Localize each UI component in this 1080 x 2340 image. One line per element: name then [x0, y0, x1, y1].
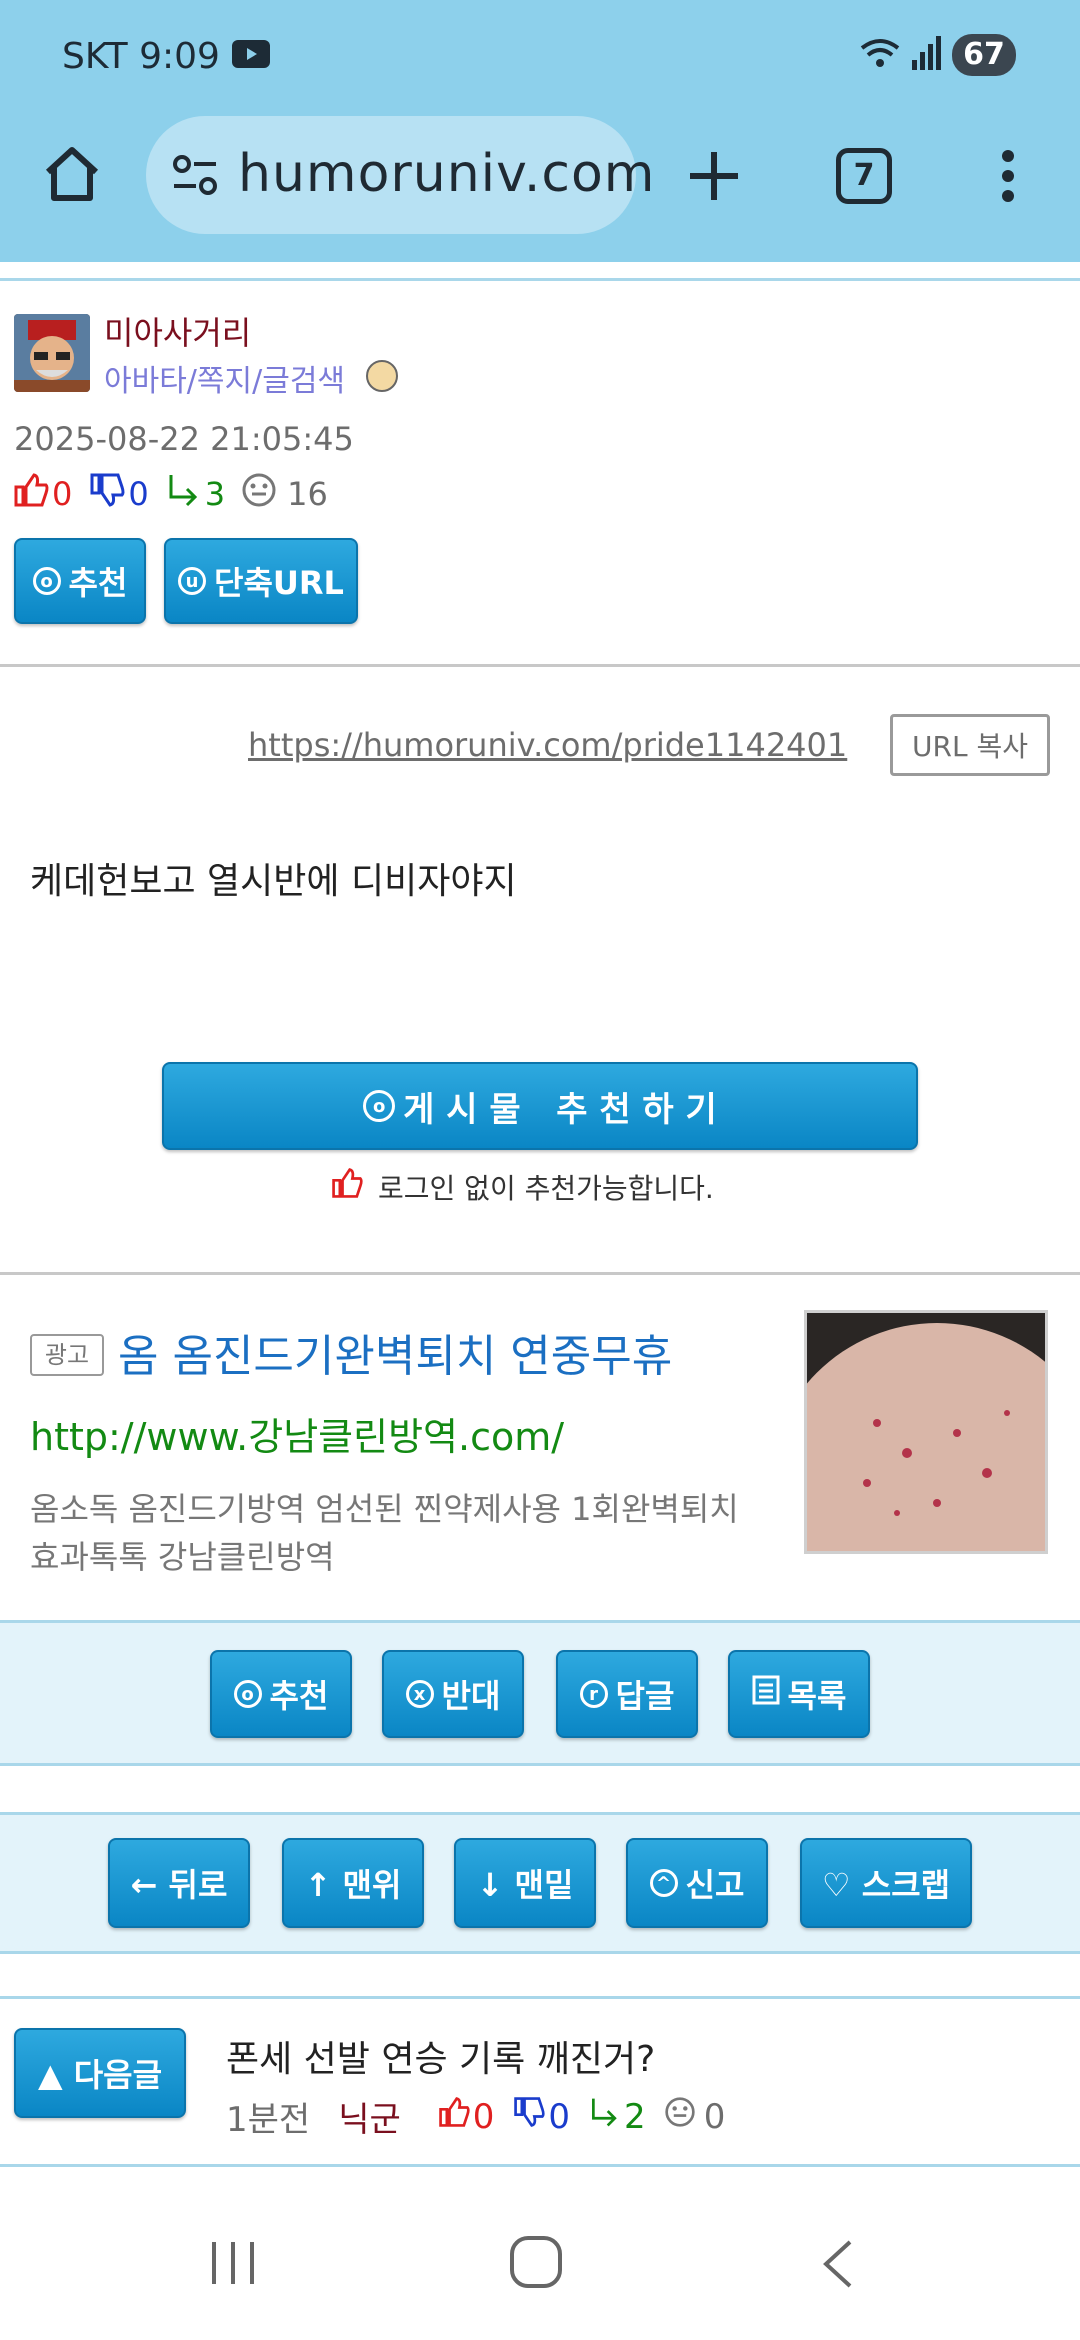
- youtube-notification-icon: [232, 40, 270, 68]
- no-login-note: 로그인 없이 추천가능합니다.: [330, 1166, 714, 1207]
- thumbs-down-icon: [512, 2095, 546, 2138]
- next-post-title[interactable]: 폰세 선발 연승 기록 깨진거?: [226, 2030, 655, 2082]
- reply-count: 3: [204, 475, 226, 513]
- level-badge-icon: [366, 360, 398, 392]
- views-count: 16: [287, 475, 328, 513]
- battery-indicator: 67: [952, 34, 1016, 76]
- thumbs-up-icon: [12, 471, 50, 517]
- status-carrier-time: SKT 9:09: [62, 36, 220, 77]
- ad-desc-line2: 효과톡톡 강남클린방역: [30, 1538, 335, 1576]
- go-top-button[interactable]: ↑ 맨위: [282, 1838, 424, 1928]
- ad-image[interactable]: [804, 1310, 1048, 1554]
- avatar[interactable]: [14, 314, 90, 392]
- thumbs-down-icon: [88, 471, 126, 517]
- wifi-signal-icon: [858, 34, 948, 78]
- reply-icon: [165, 471, 203, 517]
- down-count: 0: [128, 475, 149, 513]
- author-name[interactable]: 미아사거리: [104, 308, 251, 354]
- new-tab-icon[interactable]: [686, 148, 742, 208]
- go-bottom-button[interactable]: ↓ 맨밑: [454, 1838, 596, 1928]
- next-post-button[interactable]: ▲ 다음글: [14, 2028, 186, 2118]
- recommend-button[interactable]: o 추천: [210, 1650, 352, 1738]
- scrap-button[interactable]: ♡ 스크랩: [800, 1838, 972, 1928]
- post-stats: 0 0 3 16: [12, 471, 328, 517]
- back-button[interactable]: ← 뒤로: [108, 1838, 250, 1928]
- divider: [0, 278, 1080, 281]
- recent-apps-icon[interactable]: [208, 2238, 258, 2292]
- recommend-button-top[interactable]: o 추천: [14, 538, 146, 624]
- thumbs-up-icon: [330, 1166, 364, 1207]
- address-bar[interactable]: humoruniv.com: [146, 116, 654, 234]
- system-navigation-bar: [0, 2190, 1080, 2340]
- site-settings-icon[interactable]: [170, 152, 220, 202]
- list-button[interactable]: 목록: [728, 1650, 870, 1738]
- next-down-count: 0: [548, 2096, 571, 2137]
- list-icon: [752, 1675, 780, 1713]
- reply-icon: [588, 2095, 622, 2138]
- author-links[interactable]: 아바타/쪽지/글검색: [104, 356, 345, 400]
- divider: [0, 1996, 1080, 1999]
- url-copy-button[interactable]: URL 복사: [890, 714, 1050, 776]
- divider: [0, 1272, 1080, 1275]
- ad-title[interactable]: 옴 옴진드기완벽퇴치 연중무휴: [118, 1320, 672, 1384]
- next-up-count: 0: [472, 2096, 495, 2137]
- ad-desc-line1: 옴소독 옴진드기방역 엄선된 찐약제사용 1회완벽퇴치: [30, 1490, 739, 1528]
- divider: [0, 2164, 1080, 2167]
- next-views-count: 0: [703, 2096, 726, 2137]
- home-icon[interactable]: [40, 142, 104, 210]
- post-datetime: 2025-08-22 21:05:45: [14, 420, 354, 458]
- thumbs-up-icon: [437, 2095, 471, 2138]
- views-icon: [664, 2096, 696, 2137]
- recommend-post-button[interactable]: o게 시 물 추 천 하 기: [162, 1062, 918, 1150]
- post-body: 케데헌보고 열시반에 디비자야지: [30, 861, 517, 902]
- short-url-button[interactable]: u 단축URL: [164, 538, 358, 624]
- browser-chrome: SKT 9:09 67 humoruniv.com 7: [0, 0, 1080, 262]
- report-button[interactable]: ^ 신고: [626, 1838, 768, 1928]
- divider: [0, 664, 1080, 667]
- post-url-link[interactable]: https://humoruniv.com/pride1142401: [248, 726, 847, 764]
- views-icon: [241, 472, 277, 516]
- reply-button[interactable]: r 답글: [556, 1650, 698, 1738]
- home-nav-icon[interactable]: [508, 2234, 564, 2294]
- next-post-meta: 1분전 닉군 0 0 2 0: [226, 2092, 725, 2141]
- more-menu-icon[interactable]: [998, 148, 1018, 208]
- next-post-time: 1분전: [226, 2100, 311, 2140]
- next-reply-count: 2: [624, 2096, 646, 2137]
- ad-link[interactable]: http://www.강남클린방역.com/: [30, 1406, 564, 1461]
- tab-switcher-button[interactable]: 7: [836, 148, 892, 204]
- url-text[interactable]: humoruniv.com: [238, 144, 655, 204]
- oppose-button[interactable]: x 반대: [382, 1650, 524, 1738]
- action-panel: [0, 1620, 1080, 1766]
- up-count: 0: [52, 475, 73, 513]
- back-nav-icon[interactable]: [818, 2238, 858, 2294]
- next-post-author[interactable]: 닉군: [338, 2092, 401, 2141]
- ad-badge: 광고: [30, 1334, 104, 1376]
